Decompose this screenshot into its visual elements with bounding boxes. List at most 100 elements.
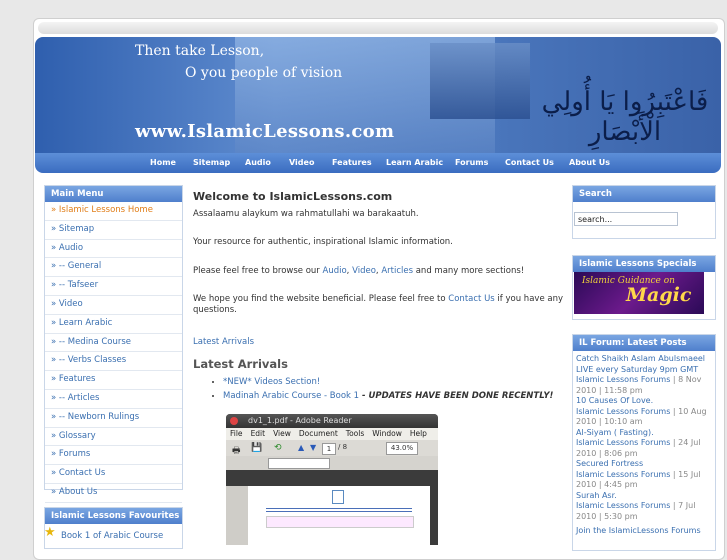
page-arabic-box (266, 516, 414, 528)
reader-menubar: File Edit View Document Tools Window Help (226, 428, 438, 440)
reader-titlebar: dv1_1.pdf - Adobe Reader (226, 414, 438, 428)
menu-item-audio[interactable]: » Audio (45, 240, 182, 259)
forum-title: IL Forum: Latest Posts (573, 335, 715, 351)
banner-tagline-1: Then take Lesson, (135, 43, 265, 59)
main-content: Welcome to IslamicLessons.com Assalaamu … (193, 190, 563, 545)
nav-features[interactable]: Features (332, 158, 372, 167)
nav-video[interactable]: Video (289, 158, 314, 167)
nav-about-us[interactable]: About Us (569, 158, 610, 167)
hope-text: We hope you find the website beneficial.… (193, 294, 563, 315)
menu-item-glossary[interactable]: » Glossary (45, 428, 182, 447)
search-title: Search (573, 186, 715, 202)
resource-text: Your resource for authentic, inspiration… (193, 237, 453, 247)
top-nav: Home Sitemap Audio Video Features Learn … (35, 153, 721, 173)
forum-link[interactable]: Islamic Lessons Forums (576, 375, 670, 384)
forum-post-title[interactable]: Catch Shaikh Aslam Abulsmaeel LIVE every… (576, 354, 705, 374)
reader-title: dv1_1.pdf - Adobe Reader (248, 416, 352, 425)
top-strip (38, 22, 718, 34)
menu-item-learn-arabic[interactable]: » Learn Arabic (45, 315, 182, 334)
nav-learn-arabic[interactable]: Learn Arabic (386, 158, 443, 167)
audio-link[interactable]: Audio (323, 266, 347, 276)
forum-post: Al-Siyam ( Fasting). Islamic Lessons Foru… (576, 428, 711, 460)
forum-post: Surah Asr. Islamic Lessons Forums | 7 Jul… (576, 491, 711, 523)
forum-link[interactable]: Islamic Lessons Forums (576, 501, 670, 510)
forum-post-title[interactable]: Secured Fortress (576, 459, 643, 468)
reader-menu-file: File (230, 429, 243, 438)
menu-item-video[interactable]: » Video (45, 296, 182, 315)
page-logo (332, 490, 344, 504)
forum-post: Secured Fortress Islamic Lessons Forums |… (576, 459, 711, 491)
browse-text: Please feel free to browse our Audio, Vi… (193, 266, 525, 276)
menu-item-general[interactable]: » -- General (45, 258, 182, 278)
latest-arrivals-link[interactable]: Latest Arrivals (193, 337, 254, 347)
nav-audio[interactable]: Audio (245, 158, 271, 167)
menu-item-forums[interactable]: » Forums (45, 446, 182, 466)
articles-link[interactable]: Articles (381, 266, 413, 276)
page-title: Welcome to IslamicLessons.com (193, 190, 393, 203)
star-icon: ★ (44, 525, 56, 540)
favourite-link[interactable]: Book 1 of Arabic Course (61, 531, 163, 541)
prev-page-icon: ▲ (298, 443, 305, 452)
menu-item-features[interactable]: » Features (45, 371, 182, 390)
forum-link[interactable]: Islamic Lessons Forums (576, 407, 670, 416)
menu-item-medina-course[interactable]: » -- Medina Course (45, 334, 182, 353)
menu-item-about-us[interactable]: » About Us (45, 484, 182, 503)
reader-menu-window: Window (372, 429, 402, 438)
menu-item-articles[interactable]: » -- Articles (45, 390, 182, 409)
forum-posts: Catch Shaikh Aslam Abulsmaeel LIVE every… (576, 354, 711, 537)
save-icon: 💾 (251, 443, 263, 453)
page-field: 1 (322, 443, 336, 455)
search-input[interactable]: search... (574, 212, 678, 226)
menu-item-contact-us[interactable]: » Contact Us (45, 465, 182, 484)
banner-arabic-verse: فَاعْتَبِرُوا يَا أُولِي الْأَبْصَارِ (541, 87, 709, 147)
main-menu: Main Menu » Islamic Lessons Home » Sitem… (44, 185, 183, 503)
forum-post-title[interactable]: Surah Asr. (576, 491, 617, 500)
forum-link[interactable]: Islamic Lessons Forums (576, 470, 670, 479)
menu-item-tafseer[interactable]: » -- Tafseer (45, 277, 182, 296)
join-forums-link[interactable]: Join the IslamicLessons Forums (576, 526, 701, 535)
new-videos-link[interactable]: *NEW* Videos Section! (223, 377, 320, 387)
page-total: / 8 (338, 443, 348, 451)
menu-item-home[interactable]: » Islamic Lessons Home (45, 202, 182, 221)
madinah-course-link[interactable]: Madinah Arabic Course - Book 1 (223, 391, 359, 401)
favourites-title: Islamic Lessons Favourites (45, 508, 182, 524)
reader-menu-help: Help (409, 429, 427, 438)
nav-icon: ⟲ (274, 443, 282, 453)
banner-kaaba-photo (430, 43, 530, 119)
contact-us-link[interactable]: Contact Us (448, 294, 494, 304)
specials-img-text-2: Magic (626, 284, 692, 306)
menu-item-sitemap[interactable]: » Sitemap (45, 221, 182, 240)
reader-menu-tools: Tools (345, 429, 365, 438)
forum-post-title[interactable]: 10 Causes Of Love. (576, 396, 653, 405)
forum-post-title[interactable]: Al-Siyam ( Fasting). (576, 428, 654, 437)
nav-contact-us[interactable]: Contact Us (505, 158, 554, 167)
reader-screenshot: dv1_1.pdf - Adobe Reader File Edit View Doc… (226, 414, 438, 545)
reader-menu-view: View (273, 429, 291, 438)
banner-url: www.IslamicLessons.com (135, 121, 395, 142)
specials-title: Islamic Lessons Specials (573, 256, 715, 272)
banner-tagline-2: O you people of vision (185, 65, 343, 81)
reader-side-tray (226, 486, 248, 545)
nav-home[interactable]: Home (150, 158, 176, 167)
nav-forums[interactable]: Forums (455, 158, 488, 167)
favourites-box: Islamic Lessons Favourites (44, 507, 183, 549)
magic-guidance-banner[interactable]: Islamic Guidance on Magic (574, 272, 704, 314)
close-icon (230, 417, 238, 425)
site-banner: Then take Lesson, O you people of vision… (35, 37, 721, 153)
next-page-icon: ▼ (310, 443, 317, 452)
update-note: - UPDATES HAVE BEEN DONE RECENTLY! (359, 391, 554, 401)
latest-list: *NEW* Videos Section! Madinah Arabic Cou… (193, 377, 553, 405)
reader-menu-document: Document (298, 429, 338, 438)
menu-item-newborn-rulings[interactable]: » -- Newborn Rulings (45, 409, 182, 428)
latest-arrivals-heading: Latest Arrivals (193, 357, 288, 371)
forum-post: Catch Shaikh Aslam Abulsmaeel LIVE every… (576, 354, 711, 396)
menu-item-verbs-classes[interactable]: » -- Verbs Classes (45, 352, 182, 372)
video-link[interactable]: Video (352, 266, 376, 276)
forum-post: 10 Causes Of Love. Islamic Lessons Forums… (576, 396, 711, 428)
reader-toolbar-2 (226, 456, 438, 470)
nav-sitemap[interactable]: Sitemap (193, 158, 230, 167)
page-rule (266, 508, 412, 512)
forum-link[interactable]: Islamic Lessons Forums (576, 438, 670, 447)
reader-toolbar: 🖶 💾 ⟲ ▲ ▼ 1 / 8 43.0% (226, 440, 438, 456)
main-menu-title: Main Menu (45, 186, 182, 202)
